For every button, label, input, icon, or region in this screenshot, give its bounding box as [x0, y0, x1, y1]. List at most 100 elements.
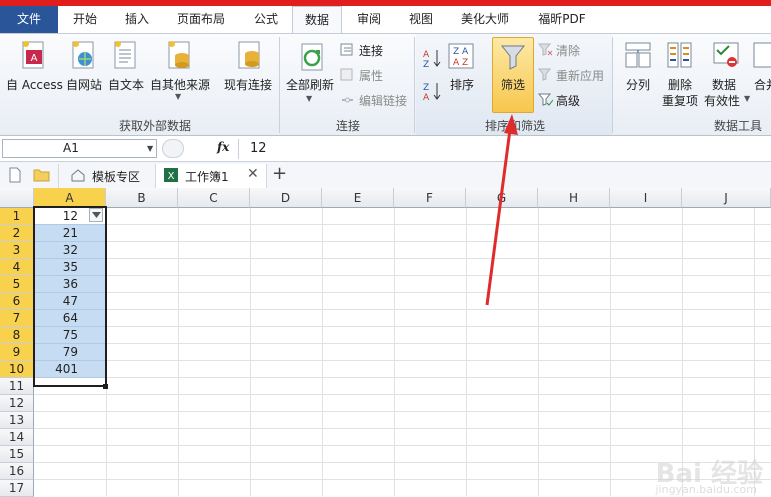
tab-home[interactable]: 开始	[58, 6, 112, 33]
open-folder-icon[interactable]	[33, 168, 50, 182]
column-header[interactable]: I	[610, 188, 682, 208]
document-tab-bar: 模板专区 X 工作簿1 ✕ +	[0, 162, 771, 189]
grid-line	[34, 275, 771, 276]
row-header[interactable]: 1	[0, 208, 34, 225]
cell-a3[interactable]: 32	[34, 242, 106, 259]
tab-file[interactable]: 文件	[0, 6, 58, 33]
grid-line	[610, 208, 611, 496]
tab-review[interactable]: 审阅	[342, 6, 396, 33]
filter-dropdown-button[interactable]	[89, 208, 103, 222]
column-header[interactable]: H	[538, 188, 610, 208]
grid-line	[394, 208, 395, 496]
column-header[interactable]: B	[106, 188, 178, 208]
add-tab-button[interactable]: +	[272, 163, 287, 184]
row-header[interactable]: 5	[0, 276, 34, 293]
sort-a-to-z-icon[interactable]: A Z	[421, 47, 443, 69]
properties-button[interactable]: 属性	[359, 67, 383, 84]
existing-connections-button[interactable]: 现有连接	[224, 76, 272, 93]
cell-a2[interactable]: 21	[34, 225, 106, 242]
row-header[interactable]: 17	[0, 480, 34, 497]
from-access-button[interactable]: 自 Access	[6, 76, 63, 93]
tab-data[interactable]: 数据	[292, 6, 342, 34]
reapply-button[interactable]: 重新应用	[556, 67, 604, 84]
data-validation-label-2: 有效性	[704, 94, 741, 108]
cell-a4[interactable]: 35	[34, 259, 106, 276]
svg-text:A: A	[423, 50, 430, 60]
row-header[interactable]: 14	[0, 429, 34, 446]
grid-line	[34, 428, 771, 429]
row-header[interactable]: 4	[0, 259, 34, 276]
sort-z-to-a-icon[interactable]: Z A	[421, 80, 443, 102]
select-all-corner[interactable]	[0, 188, 34, 208]
edit-links-button[interactable]: 编辑链接	[359, 92, 407, 109]
sort-button[interactable]: 排序	[450, 76, 474, 93]
cell-a10[interactable]: 401	[34, 361, 106, 378]
tab-foxit-pdf[interactable]: 福昕PDF	[524, 6, 600, 33]
column-header[interactable]: F	[394, 188, 466, 208]
row-header[interactable]: 7	[0, 310, 34, 327]
funnel-icon	[500, 45, 526, 70]
formula-bar-handle[interactable]	[162, 139, 184, 158]
close-icon[interactable]: ✕	[247, 166, 259, 182]
clear-filter-icon	[538, 43, 553, 56]
data-validation-icon	[713, 42, 739, 67]
tab-insert[interactable]: 插入	[112, 6, 162, 33]
insert-function-icon[interactable]: fx	[217, 140, 229, 154]
from-web-button[interactable]: 自网站	[66, 76, 102, 93]
row-header[interactable]: 2	[0, 225, 34, 242]
column-header[interactable]: A	[34, 188, 106, 208]
column-header[interactable]: C	[178, 188, 250, 208]
web-globe-icon	[72, 41, 94, 69]
column-header[interactable]: D	[250, 188, 322, 208]
row-header[interactable]: 9	[0, 344, 34, 361]
formula-bar: A1 ▼ fx 12	[0, 137, 771, 162]
remove-duplicates-icon	[667, 42, 692, 68]
cell-a5[interactable]: 36	[34, 276, 106, 293]
remove-duplicates-button[interactable]: 删除	[668, 76, 692, 93]
excel-icon: X	[164, 168, 178, 182]
row-header[interactable]: 16	[0, 463, 34, 480]
access-db-icon: A	[22, 41, 44, 69]
from-text-button[interactable]: 自文本	[108, 76, 144, 93]
cell-a6[interactable]: 47	[34, 293, 106, 310]
cell-a7[interactable]: 64	[34, 310, 106, 327]
text-to-columns-button[interactable]: 分列	[626, 76, 650, 93]
tab-page-layout[interactable]: 页面布局	[162, 6, 240, 33]
sort-icon: Z A A Z	[448, 43, 474, 69]
row-header[interactable]: 6	[0, 293, 34, 310]
filter-button-label: 筛选	[501, 78, 526, 92]
grid-line	[34, 326, 771, 327]
consolidate-button[interactable]: 合并	[754, 76, 771, 93]
column-header[interactable]: J	[682, 188, 771, 208]
cell-a9[interactable]: 79	[34, 344, 106, 361]
other-sources-icon	[168, 41, 190, 69]
row-header[interactable]: 11	[0, 378, 34, 395]
data-validation-button[interactable]: 数据	[712, 76, 736, 93]
column-header[interactable]: G	[466, 188, 538, 208]
formula-input[interactable]: 12	[250, 141, 267, 156]
grid-line	[34, 292, 771, 293]
grid-line	[34, 241, 771, 242]
row-header[interactable]: 15	[0, 446, 34, 463]
column-header[interactable]: E	[322, 188, 394, 208]
tab-view[interactable]: 视图	[396, 6, 446, 33]
row-header[interactable]: 10	[0, 361, 34, 378]
tab-formulas[interactable]: 公式	[240, 6, 292, 33]
row-header[interactable]: 12	[0, 395, 34, 412]
advanced-button[interactable]: 高级	[556, 92, 580, 109]
fill-handle[interactable]	[103, 384, 108, 389]
grid-line	[106, 208, 107, 496]
tab-beautify-master[interactable]: 美化大师	[446, 6, 524, 33]
row-header[interactable]: 3	[0, 242, 34, 259]
clear-button[interactable]: 清除	[556, 42, 580, 59]
grid-line	[178, 208, 179, 496]
from-other-sources-button[interactable]: 自其他来源	[150, 76, 210, 93]
connections-button[interactable]: 连接	[359, 42, 383, 59]
name-box[interactable]: A1	[2, 139, 157, 158]
row-header[interactable]: 13	[0, 412, 34, 429]
cell-a8[interactable]: 75	[34, 327, 106, 344]
refresh-all-button[interactable]: 全部刷新	[286, 76, 334, 93]
new-document-icon[interactable]	[8, 167, 22, 183]
grid-line	[34, 411, 771, 412]
row-header[interactable]: 8	[0, 327, 34, 344]
